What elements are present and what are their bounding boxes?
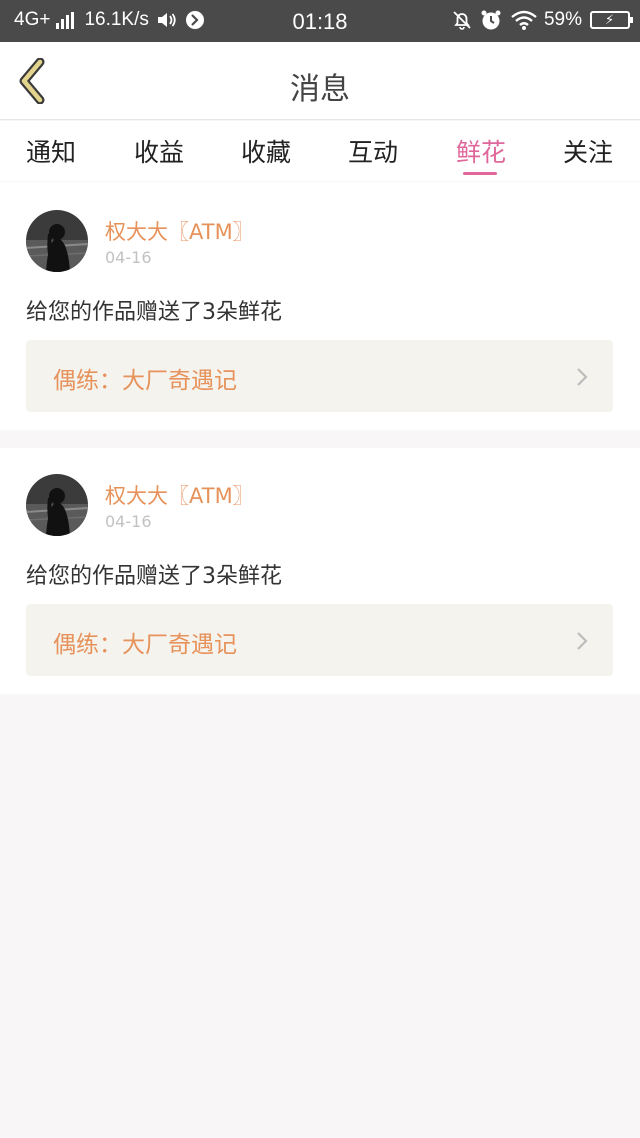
battery-percent: 59% bbox=[543, 9, 582, 30]
battery-icon: ⚡ bbox=[590, 11, 633, 29]
sender-name[interactable]: 权大大〖ATM〗 bbox=[105, 216, 254, 246]
message-text: 给您的作品赠送了3朵鲜花 bbox=[26, 300, 282, 325]
status-bar: 4G+ 16.1K/s 01:18 59% ⚡ bbox=[0, 0, 640, 42]
alarm-clock-icon bbox=[481, 10, 501, 30]
avatar[interactable] bbox=[26, 474, 88, 536]
message-date: 04-16 bbox=[105, 512, 152, 531]
work-link[interactable]: 偶练：大厂奇遇记 bbox=[26, 340, 613, 412]
message-text: 给您的作品赠送了3朵鲜花 bbox=[26, 564, 282, 589]
tab-bar: 通知 收益 收藏 互动 鲜花 关注 bbox=[0, 121, 640, 181]
avatar[interactable] bbox=[26, 210, 88, 272]
tab-flowers[interactable]: 鲜花 bbox=[456, 133, 506, 169]
work-title: 偶练：大厂奇遇记 bbox=[53, 632, 237, 658]
wifi-icon bbox=[511, 10, 537, 30]
message-card: 权大大〖ATM〗 04-16 给您的作品赠送了3朵鲜花 偶练：大厂奇遇记 bbox=[0, 448, 640, 694]
message-card: 权大大〖ATM〗 04-16 给您的作品赠送了3朵鲜花 偶练：大厂奇遇记 bbox=[0, 182, 640, 430]
sender-name[interactable]: 权大大〖ATM〗 bbox=[105, 480, 254, 510]
tab-favorites[interactable]: 收藏 bbox=[241, 133, 291, 169]
active-tab-indicator bbox=[463, 172, 497, 175]
status-right: 59% ⚡ bbox=[452, 9, 633, 31]
nav-bar: 消息 bbox=[0, 42, 640, 120]
tab-interaction[interactable]: 互动 bbox=[348, 133, 398, 169]
page-title: 消息 bbox=[290, 72, 350, 107]
work-link[interactable]: 偶练：大厂奇遇记 bbox=[26, 604, 613, 676]
tab-notice[interactable]: 通知 bbox=[26, 133, 76, 169]
tab-earnings[interactable]: 收益 bbox=[134, 133, 184, 169]
chevron-right-icon bbox=[577, 368, 588, 386]
tab-follow[interactable]: 关注 bbox=[563, 133, 613, 169]
message-date: 04-16 bbox=[105, 248, 152, 267]
work-title: 偶练：大厂奇遇记 bbox=[53, 368, 237, 394]
alarm-off-icon bbox=[453, 11, 471, 30]
chevron-right-icon bbox=[577, 632, 588, 650]
